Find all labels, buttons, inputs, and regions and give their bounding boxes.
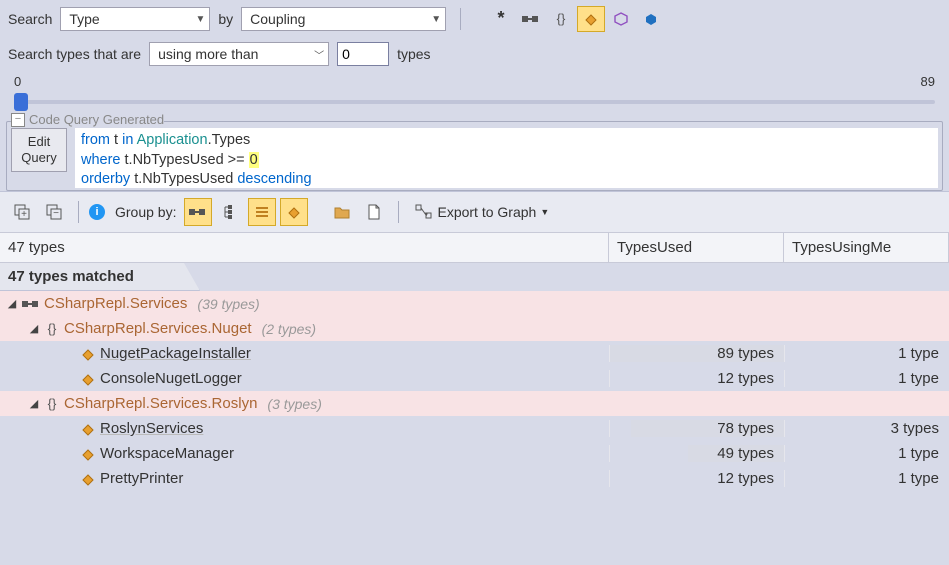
table-header: 47 types TypesUsed TypesUsingMe xyxy=(0,232,949,263)
table-row[interactable]: ◢ {} CSharpRepl.Services.Roslyn (3 types… xyxy=(0,391,949,416)
slider-max: 89 xyxy=(921,74,935,89)
matched-summary: 47 types matched xyxy=(0,263,200,291)
collapse-all-button[interactable]: − xyxy=(40,198,68,226)
svg-text:*: * xyxy=(498,11,505,27)
expand-all-button[interactable]: + xyxy=(8,198,36,226)
table-row[interactable]: ◢ {} CSharpRepl.Services.Nuget (2 types) xyxy=(0,316,949,341)
field-icon[interactable] xyxy=(637,6,665,32)
search-metric-dropdown[interactable]: Coupling ▼ xyxy=(241,7,446,31)
filter-icon-row: * {} xyxy=(487,6,665,32)
code-area: from t in Application.Types where t.NbTy… xyxy=(75,128,938,188)
chevron-down-icon: ﹀ xyxy=(314,47,324,62)
search-label: Search xyxy=(8,11,52,27)
group-type-button[interactable] xyxy=(280,198,308,226)
chevron-down-icon: ▼ xyxy=(431,14,441,25)
slider-min: 0 xyxy=(14,74,21,89)
folder-button[interactable] xyxy=(328,198,356,226)
graph-icon xyxy=(415,204,433,220)
filter-row: Search types that are using more than ﹀ … xyxy=(0,38,949,74)
column-name[interactable]: 47 types xyxy=(0,233,609,262)
group-flat-button[interactable] xyxy=(248,198,276,226)
table-row[interactable]: WorkspaceManager 49 types 1 type xyxy=(0,441,949,466)
asterisk-icon[interactable]: * xyxy=(487,6,515,32)
search-scope-value: Type xyxy=(69,11,99,27)
assembly-icon xyxy=(22,298,40,310)
threshold-slider[interactable] xyxy=(14,91,935,113)
namespace-icon[interactable]: {} xyxy=(547,6,575,32)
search-metric-value: Coupling xyxy=(250,11,305,27)
expander-icon[interactable]: ◢ xyxy=(28,397,40,410)
group-by-label: Group by: xyxy=(115,204,176,220)
assembly-icon[interactable] xyxy=(517,6,545,32)
namespace-icon: {} xyxy=(44,396,60,412)
table-row[interactable]: ConsoleNugetLogger 12 types 1 type xyxy=(0,366,949,391)
filter-predicate-dropdown[interactable]: using more than ﹀ xyxy=(149,42,329,66)
slider-track-line xyxy=(14,100,935,104)
svg-text:{}: {} xyxy=(48,321,57,336)
expander-icon[interactable]: ◢ xyxy=(28,322,40,335)
separator xyxy=(398,201,399,223)
chevron-down-icon: ▼ xyxy=(195,14,205,25)
table-row[interactable]: RoslynServices 78 types 3 types xyxy=(0,416,949,441)
search-scope-dropdown[interactable]: Type ▼ xyxy=(60,7,210,31)
table-row[interactable]: ◢ CSharpRepl.Services (39 types) xyxy=(0,291,949,316)
svg-text:{}: {} xyxy=(48,396,57,411)
type-icon xyxy=(80,346,96,362)
svg-text:{}: {} xyxy=(557,11,566,26)
file-button[interactable] xyxy=(360,198,388,226)
filter-prefix: Search types that are xyxy=(8,46,141,62)
separator xyxy=(78,201,79,223)
group-assembly-button[interactable] xyxy=(184,198,212,226)
type-icon[interactable] xyxy=(577,6,605,32)
search-bar: Search Type ▼ by Coupling ▼ * {} xyxy=(0,0,949,38)
filter-predicate-value: using more than xyxy=(158,46,258,62)
namespace-icon: {} xyxy=(44,321,60,337)
collapse-button[interactable]: − xyxy=(11,113,25,127)
type-icon xyxy=(80,446,96,462)
expander-icon[interactable]: ◢ xyxy=(6,297,18,310)
method-icon[interactable] xyxy=(607,6,635,32)
results-toolbar: + − i Group by: Export to Graph ▼ xyxy=(0,191,949,232)
group-tree-button[interactable] xyxy=(216,198,244,226)
export-to-graph-button[interactable]: Export to Graph ▼ xyxy=(415,204,549,220)
edit-query-button[interactable]: Edit Query xyxy=(11,128,67,172)
info-icon[interactable]: i xyxy=(89,204,105,220)
separator xyxy=(460,8,461,30)
query-section: − Code Query Generated Edit Query from t… xyxy=(6,121,943,191)
results-tree: ◢ CSharpRepl.Services (39 types) ◢ {} CS… xyxy=(0,291,949,491)
table-row[interactable]: NugetPackageInstaller 89 types 1 type xyxy=(0,341,949,366)
filter-suffix: types xyxy=(397,46,430,62)
filter-value-input[interactable] xyxy=(337,42,389,66)
type-icon xyxy=(80,471,96,487)
table-row[interactable]: PrettyPrinter 12 types 1 type xyxy=(0,466,949,491)
chevron-down-icon: ▼ xyxy=(540,207,549,217)
export-label: Export to Graph xyxy=(437,204,536,220)
by-label: by xyxy=(218,11,233,27)
column-types-using-me[interactable]: TypesUsingMe xyxy=(784,233,949,262)
type-icon xyxy=(80,371,96,387)
query-legend: Code Query Generated xyxy=(29,112,164,127)
svg-text:−: − xyxy=(53,208,59,219)
type-icon xyxy=(80,421,96,437)
svg-text:+: + xyxy=(21,209,27,220)
slider-thumb[interactable] xyxy=(14,93,28,111)
column-types-used[interactable]: TypesUsed xyxy=(609,233,784,262)
